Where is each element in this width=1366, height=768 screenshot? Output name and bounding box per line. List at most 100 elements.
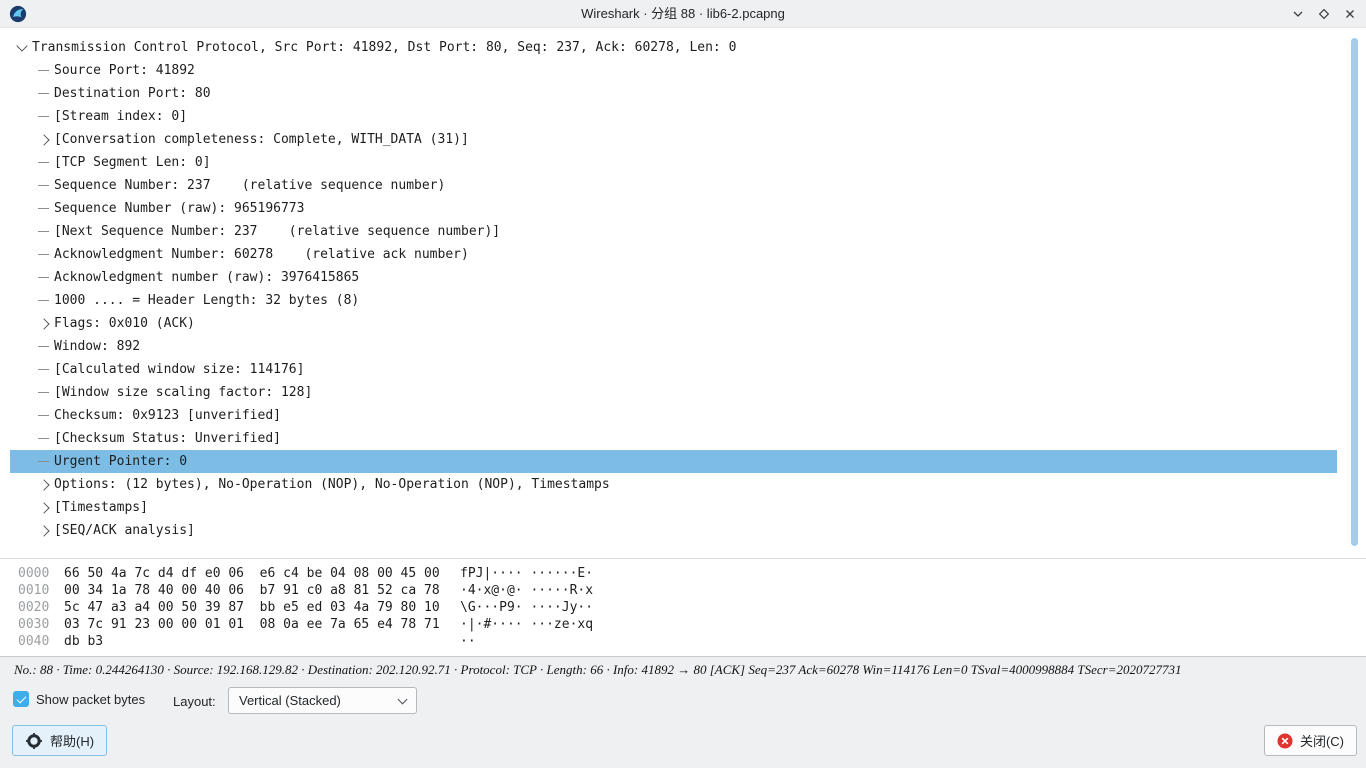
pane-separator — [0, 558, 1366, 559]
tree-item-label: [TCP Segment Len: 0] — [54, 155, 211, 170]
tree-row[interactable]: Options: (12 bytes), No-Operation (NOP),… — [10, 473, 1337, 496]
tree-branch-dash — [36, 151, 54, 174]
chevron-down-icon[interactable] — [14, 36, 32, 59]
maximize-icon[interactable] — [1316, 6, 1332, 22]
tree-row[interactable]: Transmission Control Protocol, Src Port:… — [10, 36, 1337, 59]
hex-ascii: fPJ|···· ······E· — [460, 565, 1338, 582]
tree-branch-dash — [36, 220, 54, 243]
tree-item-label: [Calculated window size: 114176] — [54, 362, 304, 377]
tree-branch-dash — [36, 427, 54, 450]
hex-ascii: \G···P9· ····Jy·· — [460, 599, 1338, 616]
packet-bytes-pane[interactable]: 000066 50 4a 7c d4 df e0 06 e6 c4 be 04 … — [18, 565, 1338, 650]
hex-row[interactable]: 00205c 47 a3 a4 00 50 39 87 bb e5 ed 03 … — [18, 599, 1338, 616]
chevron-right-icon[interactable] — [36, 496, 54, 519]
hex-row[interactable]: 0040db b3·· — [18, 633, 1338, 650]
layout-select-value: Vertical (Stacked) — [239, 693, 341, 708]
hex-ascii: ·· — [460, 633, 1338, 650]
tree-row[interactable]: [Stream index: 0] — [10, 105, 1337, 128]
tree-item-label: Checksum: 0x9123 [unverified] — [54, 408, 281, 423]
close-icon[interactable] — [1342, 6, 1358, 22]
tree-branch-dash — [36, 243, 54, 266]
scrollbar-thumb[interactable] — [1351, 38, 1358, 546]
tree-row[interactable]: [Calculated window size: 114176] — [10, 358, 1337, 381]
hex-offset: 0000 — [18, 565, 64, 582]
tree-row[interactable]: Window: 892 — [10, 335, 1337, 358]
hex-bytes: db b3 — [64, 633, 460, 650]
layout-select[interactable]: Vertical (Stacked) — [228, 687, 417, 714]
tree-branch-dash — [36, 174, 54, 197]
close-button-label: 关闭(C) — [1300, 731, 1344, 750]
chevron-right-icon[interactable] — [36, 519, 54, 542]
hex-bytes: 66 50 4a 7c d4 df e0 06 e6 c4 be 04 08 0… — [64, 565, 460, 582]
tree-row[interactable]: 1000 .... = Header Length: 32 bytes (8) — [10, 289, 1337, 312]
hex-offset: 0030 — [18, 616, 64, 633]
hex-row[interactable]: 000066 50 4a 7c d4 df e0 06 e6 c4 be 04 … — [18, 565, 1338, 582]
tree-row[interactable]: [Conversation completeness: Complete, WI… — [10, 128, 1337, 151]
help-icon — [25, 732, 43, 750]
tree-item-label: Flags: 0x010 (ACK) — [54, 316, 195, 331]
tree-item-label: Sequence Number (raw): 965196773 — [54, 201, 304, 216]
tree-branch-dash — [36, 197, 54, 220]
tree-row[interactable]: Urgent Pointer: 0 — [10, 450, 1337, 473]
titlebar[interactable]: Wireshark · 分组 88 · lib6-2.pcapng — [0, 0, 1366, 28]
hex-bytes: 00 34 1a 78 40 00 40 06 b7 91 c0 a8 81 5… — [64, 582, 460, 599]
tree-branch-dash — [36, 450, 54, 473]
packet-summary-line: No.: 88 · Time: 0.244264130 · Source: 19… — [14, 662, 1354, 678]
tree-item-label: [Conversation completeness: Complete, WI… — [54, 132, 469, 147]
checkbox-checked-icon[interactable] — [13, 691, 29, 707]
close-circle-icon — [1277, 733, 1293, 749]
tree-row[interactable]: Sequence Number (raw): 965196773 — [10, 197, 1337, 220]
tree-row[interactable]: [Checksum Status: Unverified] — [10, 427, 1337, 450]
tree-row[interactable]: Source Port: 41892 — [10, 59, 1337, 82]
hex-row[interactable]: 003003 7c 91 23 00 00 01 01 08 0a ee 7a … — [18, 616, 1338, 633]
tree-row[interactable]: Checksum: 0x9123 [unverified] — [10, 404, 1337, 427]
tree-branch-dash — [36, 82, 54, 105]
hex-offset: 0020 — [18, 599, 64, 616]
tree-row[interactable]: [Timestamps] — [10, 496, 1337, 519]
hex-row[interactable]: 001000 34 1a 78 40 00 40 06 b7 91 c0 a8 … — [18, 582, 1338, 599]
hex-ascii: ·4·x@·@· ·····R·x — [460, 582, 1338, 599]
tree-item-label: Source Port: 41892 — [54, 63, 195, 78]
tree-row[interactable]: [TCP Segment Len: 0] — [10, 151, 1337, 174]
tree-item-label: Window: 892 — [54, 339, 140, 354]
help-button[interactable]: 帮助(H) — [12, 725, 107, 756]
tree-item-label: [Checksum Status: Unverified] — [54, 431, 281, 446]
show-packet-bytes-checkbox[interactable]: Show packet bytes — [13, 691, 145, 707]
tree-row[interactable]: Destination Port: 80 — [10, 82, 1337, 105]
help-button-label: 帮助(H) — [50, 731, 94, 750]
hex-ascii: ·|·#···· ···ze·xq — [460, 616, 1338, 633]
tree-row[interactable]: Flags: 0x010 (ACK) — [10, 312, 1337, 335]
show-packet-bytes-label: Show packet bytes — [36, 692, 145, 707]
hex-offset: 0040 — [18, 633, 64, 650]
window-controls — [1290, 0, 1358, 28]
minimize-icon[interactable] — [1290, 6, 1306, 22]
tree-branch-dash — [36, 381, 54, 404]
chevron-right-icon[interactable] — [36, 128, 54, 151]
hex-bytes: 03 7c 91 23 00 00 01 01 08 0a ee 7a 65 e… — [64, 616, 460, 633]
hex-bytes: 5c 47 a3 a4 00 50 39 87 bb e5 ed 03 4a 7… — [64, 599, 460, 616]
tree-item-label: Acknowledgment number (raw): 3976415865 — [54, 270, 359, 285]
tree-branch-dash — [36, 105, 54, 128]
close-button[interactable]: 关闭(C) — [1264, 725, 1357, 756]
tree-item-label: 1000 .... = Header Length: 32 bytes (8) — [54, 293, 359, 308]
chevron-down-icon — [398, 695, 408, 705]
tree-row[interactable]: [Window size scaling factor: 128] — [10, 381, 1337, 404]
tree-row[interactable]: Acknowledgment number (raw): 3976415865 — [10, 266, 1337, 289]
chevron-right-icon[interactable] — [36, 473, 54, 496]
tree-item-label: [SEQ/ACK analysis] — [54, 523, 195, 538]
tree-branch-dash — [36, 59, 54, 82]
tree-item-label: Acknowledgment Number: 60278 (relative a… — [54, 247, 469, 262]
packet-detail-tree[interactable]: Transmission Control Protocol, Src Port:… — [10, 36, 1337, 550]
tree-item-label: Transmission Control Protocol, Src Port:… — [32, 40, 736, 55]
tree-row[interactable]: Sequence Number: 237 (relative sequence … — [10, 174, 1337, 197]
window-title: Wireshark · 分组 88 · lib6-2.pcapng — [0, 0, 1366, 28]
tree-item-label: [Stream index: 0] — [54, 109, 187, 124]
layout-label: Layout: — [173, 694, 216, 709]
tree-scrollbar[interactable] — [1349, 36, 1361, 552]
tree-row[interactable]: Acknowledgment Number: 60278 (relative a… — [10, 243, 1337, 266]
tree-row[interactable]: [Next Sequence Number: 237 (relative seq… — [10, 220, 1337, 243]
tree-branch-dash — [36, 358, 54, 381]
tree-item-label: Urgent Pointer: 0 — [54, 454, 187, 469]
tree-row[interactable]: [SEQ/ACK analysis] — [10, 519, 1337, 542]
chevron-right-icon[interactable] — [36, 312, 54, 335]
